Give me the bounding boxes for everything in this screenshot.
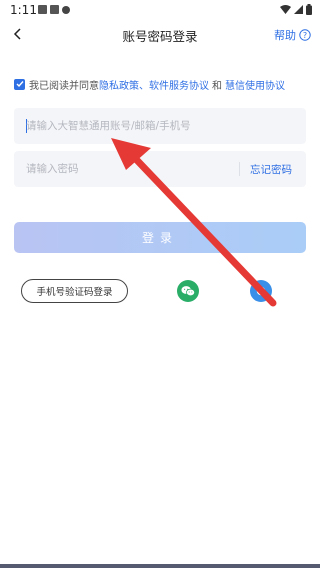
- image-icon: [38, 5, 47, 14]
- help-link[interactable]: 帮助: [274, 27, 296, 43]
- password-input[interactable]: [26, 151, 246, 187]
- a-icon: [50, 5, 59, 14]
- page-title: 账号密码登录: [122, 29, 198, 44]
- circle-icon: [62, 5, 70, 14]
- checkmark-icon: [16, 81, 24, 88]
- phone-code-login-button[interactable]: 手机号验证码登录: [21, 279, 128, 303]
- agreement-prefix: 我已阅读并同意: [29, 80, 99, 92]
- agreement-joiner: 和: [212, 80, 222, 92]
- help-icon[interactable]: ?: [299, 29, 311, 41]
- status-system-icons: [280, 4, 312, 15]
- nav-bar: 账号密码登录 帮助 ?: [0, 22, 320, 46]
- password-field[interactable]: 忘记密码: [14, 151, 306, 187]
- divider: [239, 162, 240, 176]
- login-button[interactable]: 登录: [14, 222, 306, 253]
- battery-icon: [306, 4, 312, 15]
- agreement-row: 我已阅读并同意 隐私政策、软件服务协议 和 慧信使用协议: [14, 76, 314, 92]
- wechat-login-button[interactable]: [177, 280, 199, 302]
- account-input[interactable]: [26, 108, 246, 144]
- status-notification-icons: [38, 5, 70, 14]
- svg-text:?: ?: [303, 31, 307, 40]
- usage-agreement-link[interactable]: 慧信使用协议: [225, 77, 285, 92]
- status-time: 1:11: [10, 3, 37, 17]
- home-indicator: [0, 564, 320, 568]
- account-field[interactable]: [14, 108, 306, 144]
- agreement-checkbox[interactable]: [14, 78, 25, 90]
- status-bar: 1:11: [0, 0, 320, 22]
- privacy-policy-link[interactable]: 隐私政策、软件服务协议: [99, 77, 209, 92]
- wechat-icon: [181, 286, 195, 297]
- wifi-icon: [280, 5, 291, 14]
- forgot-password-link[interactable]: 忘记密码: [250, 162, 292, 177]
- third-party-login-button[interactable]: [250, 280, 272, 302]
- signal-icon: [294, 5, 303, 14]
- third-party-login-icon: [256, 286, 266, 296]
